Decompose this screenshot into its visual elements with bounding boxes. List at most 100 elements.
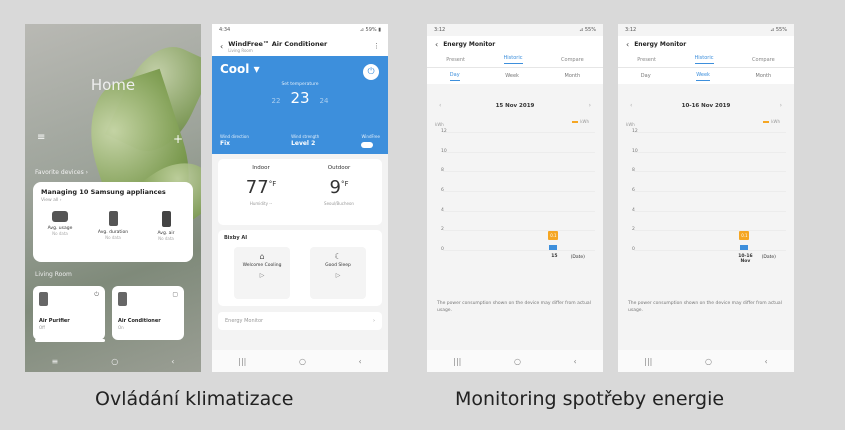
add-icon[interactable]: +	[173, 132, 183, 146]
date-label: 15 Nov 2019	[495, 102, 535, 109]
device-icon	[108, 211, 118, 226]
tab-compare[interactable]: Compare	[752, 57, 775, 63]
tab-present[interactable]: Present	[637, 57, 656, 63]
power-note: The power consumption shown on the devic…	[437, 301, 591, 313]
y-tick-label: 0	[632, 247, 635, 252]
bixby-good-sleep[interactable]: ☾ Good Sleep ▷	[310, 247, 366, 299]
gridline: 2	[441, 227, 595, 232]
gridline: 4	[441, 208, 595, 213]
windfree-option[interactable]: WindFree	[361, 134, 380, 148]
tab-month[interactable]: Month	[756, 73, 772, 79]
recent-apps-icon[interactable]: |||	[238, 357, 246, 366]
device-name: Air Conditioner	[118, 318, 161, 324]
device-card-air-purifier[interactable]: ⏻ Air Purifier Off	[33, 286, 105, 340]
wind-direction-option[interactable]: Wind direction Fix	[220, 134, 249, 148]
back-nav-icon[interactable]: ‹	[171, 357, 174, 366]
back-icon[interactable]: ‹	[220, 42, 223, 51]
prev-date-icon[interactable]: ‹	[630, 102, 632, 109]
device-card-air-conditioner[interactable]: ▢ Air Conditioner On	[112, 286, 184, 340]
tab-historic[interactable]: Historic	[503, 55, 523, 64]
option-label: Wind direction	[220, 134, 249, 139]
air-conditioner-icon	[118, 292, 127, 306]
menu-icon[interactable]: ≡	[37, 132, 45, 143]
y-tick-label: 6	[441, 188, 444, 193]
x-tick-label: 15	[551, 254, 558, 259]
app-sub: No data	[158, 236, 174, 241]
power-icon[interactable]: ⏻	[94, 291, 99, 299]
energy-bar[interactable]	[549, 245, 558, 250]
energy-bar[interactable]	[740, 245, 749, 250]
favorites-label[interactable]: Favorite devices ›	[35, 169, 88, 176]
gridline: 6	[441, 188, 595, 193]
y-tick-label: 6	[632, 188, 635, 193]
app-avg-usage[interactable]: Avg. usage No data	[41, 211, 79, 241]
tab-week[interactable]: Week	[505, 73, 519, 79]
manage-appliances-card[interactable]: Managing 10 Samsung appliances View all …	[33, 182, 193, 262]
ac-title: WindFree™ Air Conditioner	[228, 39, 328, 48]
tab-historic[interactable]: Historic	[694, 55, 714, 64]
chart-legend: kWh	[618, 119, 794, 124]
tab-day[interactable]: Day	[449, 72, 460, 81]
energy-topbar: ‹ Energy Monitor	[427, 36, 603, 52]
play-icon[interactable]: ▷	[310, 272, 366, 279]
home-nav-icon[interactable]: ○	[299, 357, 306, 366]
outdoor-temp: 9°F	[300, 177, 378, 198]
y-tick-label: 12	[441, 129, 447, 134]
outdoor-column: Outdoor 9°F Seoul/Bucheon	[300, 165, 378, 219]
temp-low[interactable]: 22	[272, 97, 281, 105]
tab-day[interactable]: Day	[641, 73, 651, 79]
app-avg-air[interactable]: Avg. air No data	[147, 211, 185, 241]
moon-icon: ☾	[334, 252, 342, 261]
back-nav-icon[interactable]: ‹	[764, 357, 767, 366]
ac-icon	[161, 211, 171, 227]
power-icon[interactable]: ▢	[172, 291, 178, 298]
indoor-value: 77	[245, 177, 269, 198]
bixby-welcome-cooling[interactable]: ⌂ Welcome Cooling ▷	[234, 247, 290, 299]
mode-selector[interactable]: Cool ▾	[220, 62, 380, 76]
recent-apps-icon[interactable]: |||	[453, 357, 461, 366]
recent-apps-icon[interactable]: ≡	[52, 357, 59, 366]
wind-strength-option[interactable]: Wind strength Level 2	[291, 134, 319, 148]
tab-present[interactable]: Present	[446, 57, 465, 63]
status-bar: 3:12 ⊿ 55%	[427, 24, 603, 36]
gridline: 12	[632, 129, 786, 134]
temp-high[interactable]: 24	[320, 97, 329, 105]
home-nav-icon[interactable]: ○	[514, 357, 521, 366]
y-tick-label: 8	[441, 168, 444, 174]
windfree-toggle[interactable]	[361, 142, 374, 148]
prev-date-icon[interactable]: ‹	[439, 102, 441, 109]
next-date-icon[interactable]: ›	[589, 102, 591, 109]
tab-week[interactable]: Week	[696, 72, 710, 81]
app-sub: No data	[52, 231, 68, 236]
manage-subtitle[interactable]: View all ›	[41, 198, 185, 203]
tab-compare[interactable]: Compare	[561, 57, 584, 63]
phone-home-screen: Home ≡ + Favorite devices › Managing 10 …	[25, 24, 201, 372]
back-icon[interactable]: ‹	[435, 40, 438, 49]
temperature-picker[interactable]: 22 23 24	[220, 89, 380, 107]
indoor-label: Indoor	[252, 165, 270, 171]
room-label[interactable]: Living Room	[35, 271, 72, 278]
next-date-icon[interactable]: ›	[780, 102, 782, 109]
y-tick-label: 8	[632, 168, 635, 174]
date-label: 10-16 Nov 2019	[681, 102, 731, 109]
gridline: 8	[632, 168, 786, 174]
power-button-icon[interactable]: ⏻	[363, 64, 379, 80]
more-options-icon[interactable]: ⋮	[373, 42, 380, 50]
bixby-card: Bixby AI ⌂ Welcome Cooling ▷ ☾ Good Slee…	[218, 230, 382, 306]
device-name: Air Purifier	[39, 318, 70, 324]
status-icons: ⊿ 55%	[579, 27, 596, 33]
tab-month[interactable]: Month	[565, 73, 581, 79]
back-nav-icon[interactable]: ‹	[573, 357, 576, 366]
recent-apps-icon[interactable]: |||	[644, 357, 652, 366]
gridline: 0	[441, 247, 595, 252]
play-icon[interactable]: ▷	[234, 272, 290, 279]
home-nav-icon[interactable]: ○	[705, 357, 712, 366]
energy-monitor-row[interactable]: Energy Monitor ›	[218, 312, 382, 330]
back-nav-icon[interactable]: ‹	[358, 357, 361, 366]
temp-current[interactable]: 23	[290, 89, 309, 107]
app-avg-duration[interactable]: Avg. duration No data	[94, 211, 132, 241]
energy-title: Energy Monitor	[443, 40, 496, 48]
back-icon[interactable]: ‹	[626, 40, 629, 49]
home-nav-icon[interactable]: ○	[111, 357, 118, 366]
x-tick-label: 10-16 Nov	[738, 254, 753, 264]
